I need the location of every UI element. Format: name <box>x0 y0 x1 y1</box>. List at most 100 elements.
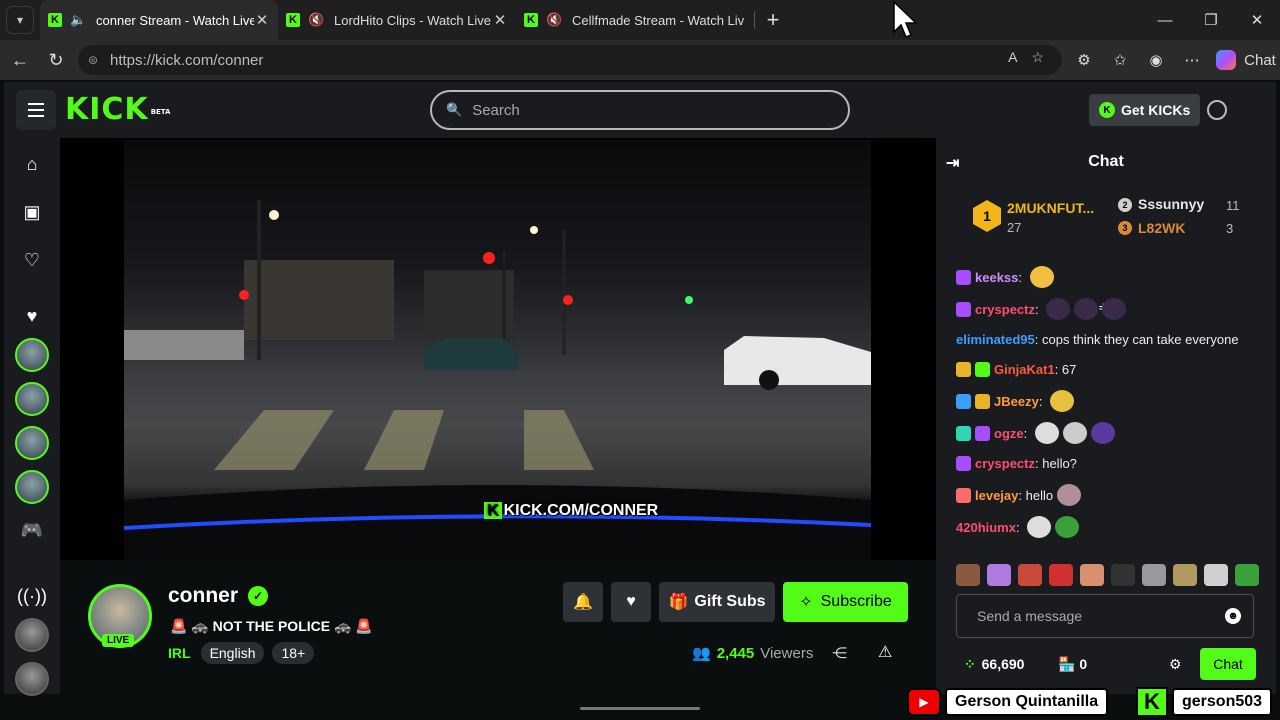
chat-username[interactable]: cryspectz <box>975 456 1035 471</box>
following-heart-icon[interactable]: ♡ <box>20 248 44 272</box>
report-warning-icon[interactable]: ⚠ <box>878 642 892 662</box>
quick-emote-icon[interactable] <box>1235 564 1259 586</box>
browser-tab[interactable]: K 🔇 LordHito Clips - Watch Live o ✕ <box>278 0 516 40</box>
more-menu-icon[interactable]: ⋯ <box>1174 51 1210 69</box>
extensions-icon[interactable]: ⚙ <box>1066 51 1102 69</box>
chat-settings-gear-icon[interactable]: ⚙ <box>1169 656 1182 673</box>
recommended-channel-avatar[interactable] <box>15 618 49 652</box>
browse-icon[interactable]: ▣ <box>20 200 44 224</box>
notification-bell-icon[interactable]: 🔔 <box>563 582 603 622</box>
kicks-balance-value: 66,690 <box>981 656 1025 672</box>
emoji-picker-icon[interactable]: ☻ <box>1225 608 1241 624</box>
followed-channel-avatar[interactable] <box>15 338 49 372</box>
chat-message: 420hiumx: <box>956 516 1266 538</box>
chat-message-input[interactable]: Send a message ☻ <box>956 594 1254 638</box>
quick-emote-icon[interactable] <box>1142 564 1166 586</box>
chat-username[interactable]: JBeezy <box>994 394 1039 409</box>
address-bar[interactable]: ⊜ https://kick.com/conner A ☆ <box>78 45 1062 75</box>
kicks-balance[interactable]: ⁘ 66,690 <box>964 656 1024 673</box>
gift-subs-button[interactable]: 🎁 Gift Subs <box>659 582 775 622</box>
close-tab-icon[interactable]: ✕ <box>492 11 508 29</box>
users-icon: 👥 <box>692 645 711 662</box>
quick-emote-icon[interactable] <box>1080 564 1104 586</box>
tab-title: Cellfmade Stream - Watch Liv <box>572 12 745 28</box>
shop-count[interactable]: 🏪 0 <box>1058 656 1087 673</box>
chat-message: JBeezy: <box>956 390 1266 412</box>
video-player[interactable]: K KICK.COM/CONNER <box>60 138 936 560</box>
stream-video-frame[interactable]: K KICK.COM/CONNER <box>124 140 871 560</box>
chat-message: cryspectz: hello? <box>956 454 1266 474</box>
quick-emote-icon[interactable] <box>1173 564 1197 586</box>
tab-actions-menu-button[interactable]: ▾ <box>6 6 34 34</box>
chat-username[interactable]: 420hiumx <box>956 520 1016 535</box>
chat-username[interactable]: cryspectz <box>975 302 1035 317</box>
speaker-icon[interactable]: 🔈 <box>70 13 88 27</box>
quick-emote-icon[interactable] <box>956 564 980 586</box>
follow-heart-button[interactable]: ♥ <box>611 582 651 622</box>
read-aloud-icon[interactable]: A <box>1008 49 1017 66</box>
quick-emote-icon[interactable] <box>1204 564 1228 586</box>
followed-channel-avatar[interactable] <box>15 382 49 416</box>
restore-button[interactable]: ❐ <box>1188 0 1234 40</box>
leaderboard-second-name[interactable]: Sssunnyy <box>1138 196 1204 212</box>
chat-username[interactable]: eliminated95 <box>956 332 1035 347</box>
close-window-button[interactable]: ✕ <box>1234 0 1280 40</box>
minimize-button[interactable]: — <box>1142 0 1188 40</box>
muted-speaker-icon[interactable]: 🔇 <box>308 13 326 27</box>
quick-emote-icon[interactable] <box>987 564 1011 586</box>
emote-icon <box>1057 484 1082 506</box>
chat-username[interactable]: GinjaKat1 <box>994 362 1055 377</box>
chat-text: hello? <box>1042 456 1077 471</box>
copilot-button[interactable]: Chat <box>1216 50 1278 70</box>
get-kicks-button[interactable]: K Get KICKs <box>1089 94 1201 126</box>
followed-channel-avatar[interactable] <box>15 470 49 504</box>
user-menu-icon[interactable] <box>1207 100 1227 120</box>
followed-channel-avatar[interactable] <box>15 426 49 460</box>
subscriber-badge-icon <box>956 302 971 317</box>
search-input[interactable]: 🔍 Search <box>430 90 850 130</box>
share-icon[interactable]: ⋲ <box>832 644 847 662</box>
streamer-username[interactable]: conner <box>168 584 238 608</box>
live-broadcast-icon[interactable]: ((·)) <box>17 584 47 608</box>
menu-hamburger-icon[interactable] <box>16 90 56 130</box>
game-controller-icon[interactable]: 🎮 <box>20 518 44 542</box>
chat-username[interactable]: ogze <box>994 426 1024 441</box>
profile-avatar-icon[interactable]: ◉ <box>1138 51 1174 69</box>
viewer-number: 2,445 <box>716 644 755 662</box>
kick-logo[interactable]: KICK BETA <box>65 93 170 127</box>
favorite-star-icon[interactable]: ☆ <box>1031 49 1044 66</box>
youtube-channel-name: Gerson Quintanilla <box>945 688 1109 716</box>
browser-tab[interactable]: K 🔇 Cellfmade Stream - Watch Liv <box>516 0 754 40</box>
collapse-chat-icon[interactable]: ⇥ <box>946 153 959 173</box>
quick-emote-icon[interactable] <box>1049 564 1073 586</box>
chat-text: hello <box>1025 488 1054 503</box>
category-link[interactable]: IRL <box>168 645 191 661</box>
back-arrow-icon[interactable]: ← <box>2 50 38 71</box>
reload-icon[interactable]: ↻ <box>38 50 74 71</box>
home-icon[interactable]: ⌂ <box>20 152 44 176</box>
quick-emote-icon[interactable] <box>1111 564 1135 586</box>
leaderboard-third-name[interactable]: L82WK <box>1138 220 1185 236</box>
stream-title: 🚨 🚓 NOT THE POLICE 🚓 🚨 <box>170 618 373 634</box>
tag-pill[interactable]: English <box>200 642 265 664</box>
verified-check-icon: ✓ <box>248 586 269 606</box>
recommended-channel-avatar[interactable] <box>15 662 49 696</box>
chat-send-button[interactable]: Chat <box>1200 648 1256 680</box>
tag-pill[interactable]: 18+ <box>272 642 315 664</box>
new-tab-button[interactable]: + <box>755 7 791 33</box>
muted-speaker-icon[interactable]: 🔇 <box>546 13 564 27</box>
kick-header: KICK BETA 🔍 Search K Get KICKs <box>4 82 1276 138</box>
site-info-icon[interactable]: ⊜ <box>88 53 106 67</box>
leaderboard-first-name[interactable]: 2MUKNFUT... <box>1007 200 1094 216</box>
search-icon: 🔍 <box>446 102 463 117</box>
chat-username[interactable]: keekss <box>975 270 1018 285</box>
youtube-logo-icon: ▶ <box>907 688 941 716</box>
chat-username[interactable]: levejay <box>975 488 1018 503</box>
close-tab-icon[interactable]: ✕ <box>254 11 270 29</box>
favorites-icon[interactable]: ✩ <box>1102 51 1138 69</box>
subscribe-button[interactable]: ✧ Subscribe <box>783 582 908 622</box>
shop-icon: 🏪 <box>1058 656 1076 672</box>
quick-emote-icon[interactable] <box>1018 564 1042 586</box>
browser-tab[interactable]: K 🔈 conner Stream - Watch Live o ✕ <box>40 0 278 40</box>
followed-heart-icon[interactable]: ♥ <box>20 304 44 328</box>
